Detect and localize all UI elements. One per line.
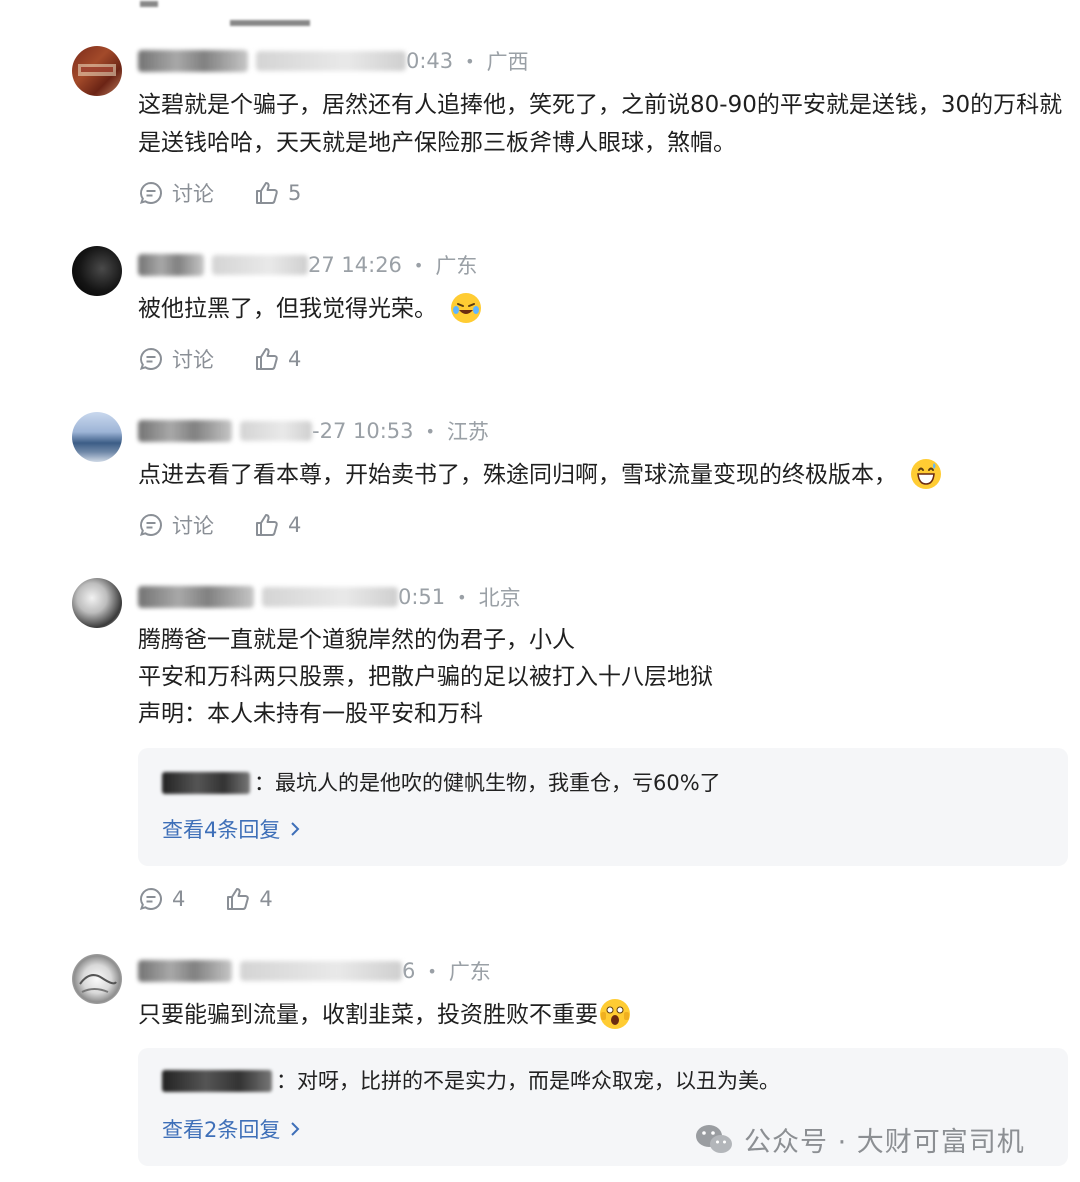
comment-line: 声明：本人未持有一股平安和万科 <box>138 701 483 727</box>
comment-actions: 4 4 <box>138 884 313 914</box>
username-blurred[interactable] <box>138 960 232 982</box>
watermark-text: 公众号 · 大财可富司机 <box>744 1127 1025 1158</box>
shocked-emoji <box>600 998 630 1029</box>
comment-bubble-icon <box>139 513 162 537</box>
like-button[interactable]: 4 <box>254 512 301 538</box>
reply-text: ：对呀，比拼的不是实力，而是哗众取宠，以丑为美。 <box>276 1069 780 1093</box>
location: 广东 <box>435 254 478 278</box>
reply-author-blurred[interactable] <box>162 1070 272 1092</box>
comment-actions: 讨论 4 <box>138 510 341 540</box>
like-button[interactable]: 4 <box>225 886 273 912</box>
like-button[interactable]: 4 <box>254 346 301 372</box>
view-replies-link[interactable]: 查看4条回复 <box>162 814 302 844</box>
avatar[interactable] <box>72 578 122 628</box>
location: 广西 <box>486 50 529 74</box>
comment-meta: 0:43 • 广西 <box>138 46 529 76</box>
comment-actions: 讨论 5 <box>138 178 341 208</box>
discuss-button[interactable]: 讨论 <box>138 178 214 208</box>
discuss-button[interactable]: 讨论 <box>138 344 214 374</box>
discuss-button[interactable]: 讨论 <box>138 510 214 540</box>
view-replies-link[interactable]: 查看2条回复 <box>162 1114 302 1144</box>
chevron-right-icon <box>291 822 300 836</box>
avatar[interactable] <box>72 954 122 1004</box>
thumbs-up-icon <box>256 182 278 204</box>
comment-text: 点进去看了看本尊，开始卖书了，殊途同归啊，雪球流量变现的终极版本， <box>138 456 1068 494</box>
timestamp: 0:43 <box>406 49 454 73</box>
like-count: 4 <box>259 887 273 911</box>
timestamp-blurred <box>256 51 406 71</box>
view-replies-label: 查看2条回复 <box>162 1118 281 1142</box>
timestamp: -27 10:53 <box>312 419 414 443</box>
username-blurred[interactable] <box>138 420 232 442</box>
comment-line: 被他拉黑了，但我觉得光荣。 <box>138 296 437 322</box>
timestamp: 6 <box>402 959 416 983</box>
reply-author-blurred[interactable] <box>162 772 250 794</box>
location: 江苏 <box>446 420 489 444</box>
comment-bubble-icon <box>139 887 162 911</box>
grinning-sweat-emoji <box>911 458 941 489</box>
reply-preview[interactable]: ：最坑人的是他吹的健帆生物，我重仓，亏60%了 查看4条回复 <box>138 748 1068 866</box>
chevron-right-icon <box>291 1122 300 1136</box>
username-blurred[interactable] <box>138 586 254 608</box>
comment-bubble-icon <box>139 347 162 371</box>
timestamp-blurred <box>240 961 402 981</box>
username-blurred[interactable] <box>138 50 248 72</box>
separator-dot: • <box>413 255 424 275</box>
separator-dot: • <box>465 51 475 71</box>
comment-bubble-icon <box>139 181 162 205</box>
like-count: 4 <box>288 347 302 371</box>
comment-text: 腾腾爸一直就是个道貌岸然的伪君子，小人 平安和万科两只股票，把散户骗的足以被打入… <box>138 622 1068 733</box>
thumbs-up-icon <box>227 888 250 910</box>
reply-line: ：对呀，比拼的不是实力，而是哗众取宠，以丑为美。 <box>162 1066 780 1096</box>
comment-line: 只要能骗到流量，收割韭菜，投资胜败不重要 <box>138 1002 598 1028</box>
reply-text: ：最坑人的是他吹的健帆生物，我重仓，亏60%了 <box>254 771 721 795</box>
thumbs-up-icon <box>256 514 278 536</box>
comment-actions: 讨论 4 <box>138 344 341 374</box>
comment-meta: 6 • 广东 <box>138 956 491 986</box>
timestamp: 0:51 <box>398 585 446 609</box>
like-count: 5 <box>288 181 302 205</box>
comment-line: 腾腾爸一直就是个道貌岸然的伪君子，小人 <box>138 627 575 653</box>
view-replies-label: 查看4条回复 <box>162 818 281 842</box>
previous-comment-fragment <box>140 0 310 26</box>
avatar[interactable] <box>72 412 122 462</box>
username-blurred[interactable] <box>138 254 204 276</box>
timestamp-blurred <box>240 421 312 441</box>
comment-text: 被他拉黑了，但我觉得光荣。 <box>138 290 1068 328</box>
like-button[interactable]: 5 <box>254 180 301 206</box>
avatar[interactable] <box>72 46 122 96</box>
avatar[interactable] <box>72 246 122 296</box>
separator-dot: • <box>425 421 435 441</box>
wechat-icon <box>696 1124 732 1153</box>
comment-line: 这碧就是个骗子，居然还有人追捧他，笑死了，之前说80-90的平安就是送钱，30的… <box>138 92 1063 118</box>
comment-meta: -27 10:53 • 江苏 <box>138 416 489 446</box>
timestamp: 27 14:26 <box>308 253 402 277</box>
comment-meta: 27 14:26 • 广东 <box>138 250 477 280</box>
location: 广东 <box>448 960 491 984</box>
location: 北京 <box>478 586 521 610</box>
separator-dot: • <box>457 587 467 607</box>
discuss-button[interactable]: 4 <box>138 886 185 912</box>
thumbs-up-icon <box>256 348 278 370</box>
discuss-label: 讨论 <box>172 514 214 538</box>
like-count: 4 <box>288 513 302 537</box>
discuss-label: 讨论 <box>172 182 214 206</box>
comment-text: 这碧就是个骗子，居然还有人追捧他，笑死了，之前说80-90的平安就是送钱，30的… <box>138 86 1068 162</box>
separator-dot: • <box>427 961 437 981</box>
timestamp-blurred <box>262 587 398 607</box>
wechat-watermark: 公众号 · 大财可富司机 <box>694 1120 1025 1159</box>
comment-line: 点进去看了看本尊，开始卖书了，殊途同归啊，雪球流量变现的终极版本， <box>138 462 897 488</box>
discuss-count: 4 <box>172 887 186 911</box>
comment-line: 平安和万科两只股票，把散户骗的足以被打入十八层地狱 <box>138 664 713 690</box>
discuss-label: 讨论 <box>172 348 214 372</box>
reply-line: ：最坑人的是他吹的健帆生物，我重仓，亏60%了 <box>162 768 721 798</box>
timestamp-blurred <box>212 255 308 275</box>
comment-meta: 0:51 • 北京 <box>138 582 521 612</box>
comment-line: 是送钱哈哈，天天就是地产保险那三板斧博人眼球，煞帽。 <box>138 130 736 156</box>
laughing-tears-emoji <box>451 292 481 323</box>
comment-text: 只要能骗到流量，收割韭菜，投资胜败不重要 <box>138 996 1068 1034</box>
